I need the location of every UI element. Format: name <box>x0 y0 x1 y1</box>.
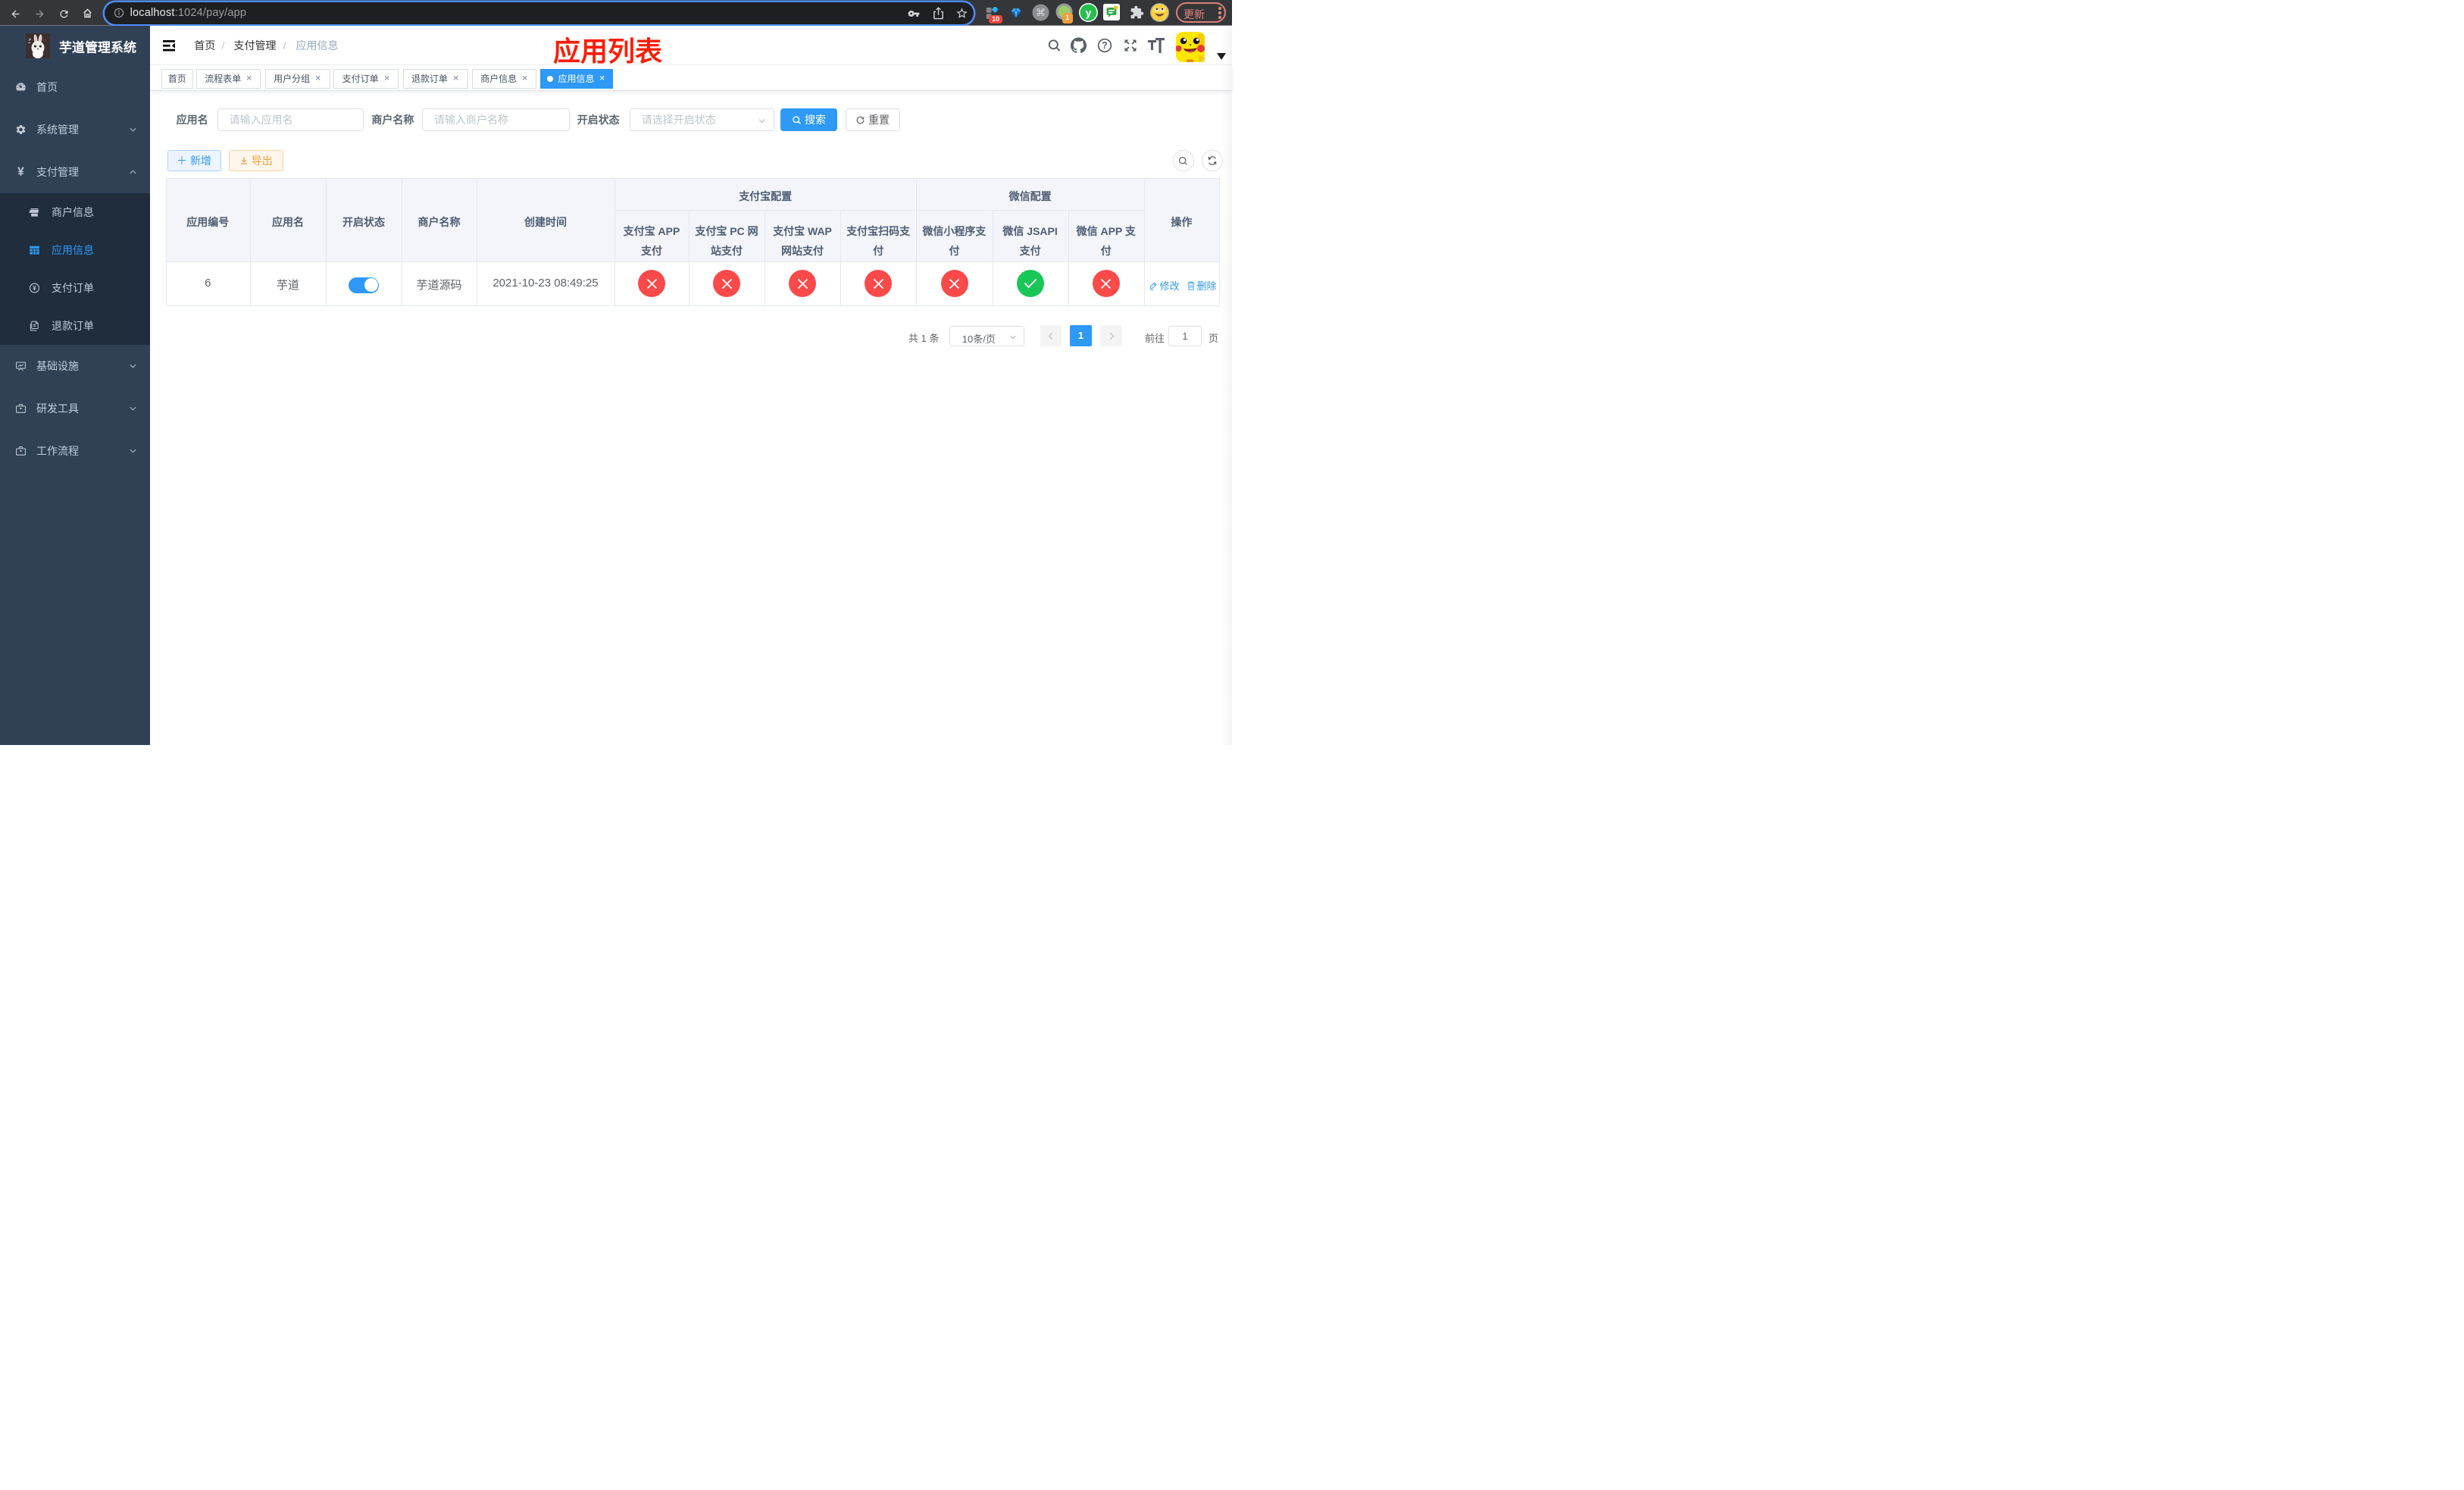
svg-text:?: ? <box>1102 40 1108 51</box>
svg-text:⌘: ⌘ <box>1036 7 1046 18</box>
svg-text:y: y <box>1086 7 1092 19</box>
svg-text:¥: ¥ <box>33 285 36 292</box>
